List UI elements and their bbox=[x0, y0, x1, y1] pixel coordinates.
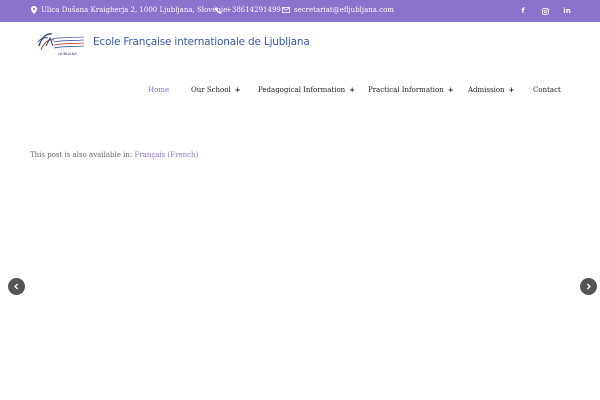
nav-item-pedagogical-information[interactable]: Pedagogical Information + bbox=[258, 86, 355, 94]
nav-label: Practical Information bbox=[368, 86, 444, 94]
linkedin-link[interactable]: in bbox=[561, 5, 573, 17]
envelope-icon bbox=[282, 7, 290, 13]
school-logo[interactable]: LJUBLJANA bbox=[36, 30, 86, 58]
map-pin-icon bbox=[31, 6, 37, 14]
plus-icon: + bbox=[234, 86, 241, 94]
phone-text[interactable]: +38614291499 bbox=[226, 6, 281, 14]
plus-icon: + bbox=[508, 86, 515, 94]
linkedin-icon: in bbox=[563, 7, 571, 15]
slider-prev-button[interactable] bbox=[8, 278, 25, 295]
site-title[interactable]: Ecole Française internationale de Ljublj… bbox=[93, 36, 310, 48]
plus-icon: + bbox=[349, 86, 356, 94]
email-info[interactable]: secretariat@efljubljana.com bbox=[282, 6, 394, 14]
nav-item-practical-information[interactable]: Practical Information + bbox=[368, 86, 454, 94]
phone-icon bbox=[215, 6, 222, 14]
facebook-link[interactable]: f bbox=[517, 5, 529, 17]
nav-label: Our School bbox=[191, 86, 231, 94]
logo-caption: LJUBLJANA bbox=[58, 52, 77, 56]
instagram-link[interactable] bbox=[539, 5, 551, 17]
french-language-link[interactable]: Français (French) bbox=[134, 151, 198, 159]
nav-item-home[interactable]: Home bbox=[148, 86, 169, 94]
nav-item-admission[interactable]: Admission + bbox=[468, 86, 514, 94]
nav-label: Contact bbox=[533, 86, 561, 94]
nav-label: Pedagogical Information bbox=[258, 86, 346, 94]
top-bar: Ulica Dušana Kraigherja 2, 1000 Ljubljan… bbox=[0, 0, 600, 22]
nav-label: Admission bbox=[468, 86, 505, 94]
email-text[interactable]: secretariat@efljubljana.com bbox=[294, 6, 394, 14]
nav-label: Home bbox=[148, 86, 170, 94]
chevron-right-icon bbox=[586, 283, 592, 290]
nav-item-our-school[interactable]: Our School + bbox=[191, 86, 241, 94]
phone-info[interactable]: +38614291499 bbox=[215, 6, 281, 14]
address-info: Ulica Dušana Kraigherja 2, 1000 Ljubljan… bbox=[31, 6, 227, 14]
address-text: Ulica Dušana Kraigherja 2, 1000 Ljubljan… bbox=[41, 6, 228, 14]
nav-item-contact[interactable]: Contact bbox=[533, 86, 561, 94]
slider-next-button[interactable] bbox=[580, 278, 597, 295]
facebook-icon: f bbox=[521, 7, 525, 15]
chevron-left-icon bbox=[13, 283, 19, 290]
instagram-icon bbox=[541, 7, 549, 15]
language-notice: This post is also available in: Français… bbox=[30, 151, 198, 159]
main-nav: Home Our School + Pedagogical Informatio… bbox=[0, 86, 600, 98]
notice-text: This post is also available in: bbox=[30, 151, 133, 159]
plus-icon: + bbox=[447, 86, 454, 94]
